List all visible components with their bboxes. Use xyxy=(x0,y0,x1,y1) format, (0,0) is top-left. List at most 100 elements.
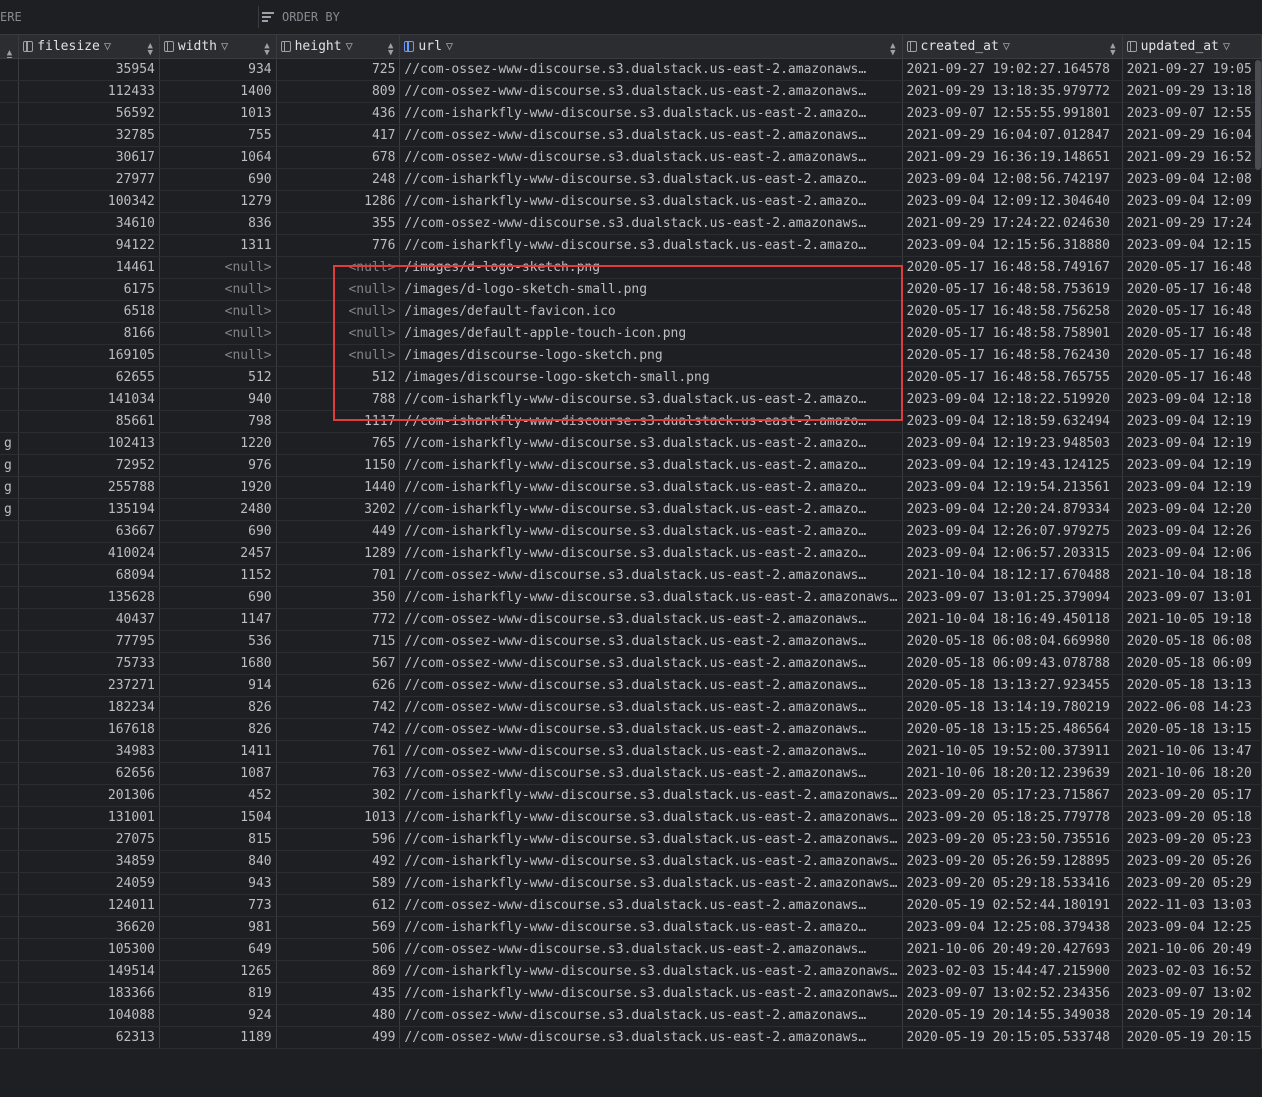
cell-created-at[interactable]: 2020-05-18 13:15:25.486564 xyxy=(902,718,1123,741)
cell-created-at[interactable]: 2023-09-04 12:15:56.318880 xyxy=(902,234,1123,257)
cell-width[interactable]: 934 xyxy=(159,58,277,81)
cell-gutter[interactable] xyxy=(0,146,20,169)
cell-width[interactable]: 690 xyxy=(159,520,277,543)
cell-gutter[interactable]: g xyxy=(0,476,20,499)
cell-url[interactable]: //com-isharkfly-www-discourse.s3.dualsta… xyxy=(399,586,903,609)
table-row[interactable]: 169105 <null> <null>/images/discourse-logo… xyxy=(0,344,1262,367)
cell-updated-at[interactable]: 2020-05-17 16:48 xyxy=(1122,344,1262,367)
cell-created-at[interactable]: 2023-09-20 05:26:59.128895 xyxy=(902,850,1123,873)
table-row[interactable]: 112433 1400 809//com-ossez-www-discourse.s… xyxy=(0,80,1262,103)
cell-url[interactable]: //com-ossez-www-discourse.s3.dualstack.u… xyxy=(399,1026,903,1049)
cell-width[interactable]: 940 xyxy=(159,388,277,411)
cell-height[interactable]: 589 xyxy=(276,872,401,895)
cell-url[interactable]: //com-ossez-www-discourse.s3.dualstack.u… xyxy=(399,718,903,741)
cell-gutter[interactable] xyxy=(0,630,20,653)
cell-filesize[interactable]: 34983 xyxy=(18,740,160,763)
table-row[interactable]: 105300 649 506//com-ossez-www-discourse.s3… xyxy=(0,938,1262,961)
table-row[interactable]: 85661 798 1117//com-isharkfly-www-discours… xyxy=(0,410,1262,433)
cell-height[interactable]: 701 xyxy=(276,564,401,587)
cell-gutter[interactable] xyxy=(0,894,20,917)
cell-created-at[interactable]: 2023-09-04 12:08:56.742197 xyxy=(902,168,1123,191)
cell-gutter[interactable] xyxy=(0,1026,20,1049)
cell-gutter[interactable] xyxy=(0,762,20,785)
cell-gutter[interactable] xyxy=(0,256,20,279)
cell-filesize[interactable]: 124011 xyxy=(18,894,160,917)
cell-gutter[interactable] xyxy=(0,542,20,565)
cell-filesize[interactable]: 62656 xyxy=(18,762,160,785)
table-row[interactable]: 104088 924 480//com-ossez-www-discourse.s3… xyxy=(0,1004,1262,1027)
cell-width[interactable]: 1220 xyxy=(159,432,277,455)
cell-height[interactable]: 1289 xyxy=(276,542,401,565)
cell-gutter[interactable]: g xyxy=(0,498,20,521)
cell-width[interactable]: <null> xyxy=(159,256,277,279)
cell-url[interactable]: //com-isharkfly-www-discourse.s3.dualsta… xyxy=(399,960,903,983)
cell-filesize[interactable]: 141034 xyxy=(18,388,160,411)
cell-width[interactable]: 1411 xyxy=(159,740,277,763)
cell-url[interactable]: //com-isharkfly-www-discourse.s3.dualsta… xyxy=(399,476,903,499)
cell-height[interactable]: 417 xyxy=(276,124,401,147)
cell-filesize[interactable]: 6518 xyxy=(18,300,160,323)
cell-gutter[interactable] xyxy=(0,366,20,389)
cell-updated-at[interactable]: 2023-09-04 12:09 xyxy=(1122,190,1262,213)
table-row[interactable]: 63667 690 449//com-isharkfly-www-discourse… xyxy=(0,520,1262,543)
cell-height[interactable]: 449 xyxy=(276,520,401,543)
table-row[interactable]: 75733 1680 567//com-ossez-www-discourse.s3… xyxy=(0,652,1262,675)
cell-gutter[interactable] xyxy=(0,652,20,675)
column-header-url[interactable]: url ▽ ▲ ▼ xyxy=(399,35,903,59)
cell-updated-at[interactable]: 2023-09-04 12:19 xyxy=(1122,454,1262,477)
cell-height[interactable]: 761 xyxy=(276,740,401,763)
cell-created-at[interactable]: 2023-09-07 12:55:55.991801 xyxy=(902,102,1123,125)
cell-updated-at[interactable]: 2021-10-06 13:47 xyxy=(1122,740,1262,763)
column-header-updated-at[interactable]: updated_at ▽ xyxy=(1122,35,1262,59)
cell-created-at[interactable]: 2023-09-20 05:17:23.715867 xyxy=(902,784,1123,807)
cell-created-at[interactable]: 2020-05-19 20:14:55.349038 xyxy=(902,1004,1123,1027)
cell-updated-at[interactable]: 2020-05-17 16:48 xyxy=(1122,300,1262,323)
table-row[interactable]: g 72952 976 1150//com-isharkfly-www-discour… xyxy=(0,454,1262,477)
cell-height[interactable]: 1013 xyxy=(276,806,401,829)
table-row[interactable]: 135628 690 350//com-isharkfly-www-discours… xyxy=(0,586,1262,609)
sort-icon[interactable]: ▲▼ xyxy=(1110,41,1115,57)
cell-height[interactable]: 765 xyxy=(276,432,401,455)
cell-url[interactable]: //com-isharkfly-www-discourse.s3.dualsta… xyxy=(399,872,903,895)
cell-gutter[interactable] xyxy=(0,102,20,125)
table-row[interactable]: 30617 1064 678//com-ossez-www-discourse.s3… xyxy=(0,146,1262,169)
cell-gutter[interactable] xyxy=(0,982,20,1005)
cell-height[interactable]: 302 xyxy=(276,784,401,807)
cell-url[interactable]: //com-ossez-www-discourse.s3.dualstack.u… xyxy=(399,696,903,719)
cell-updated-at[interactable]: 2023-09-20 05:29 xyxy=(1122,872,1262,895)
cell-height[interactable]: 788 xyxy=(276,388,401,411)
cell-updated-at[interactable]: 2023-09-07 13:01 xyxy=(1122,586,1262,609)
cell-gutter[interactable] xyxy=(0,586,20,609)
cell-filesize[interactable]: 102413 xyxy=(18,432,160,455)
cell-width[interactable]: 1920 xyxy=(159,476,277,499)
table-row[interactable]: 27977 690 248//com-isharkfly-www-discourse… xyxy=(0,168,1262,191)
cell-height[interactable]: 350 xyxy=(276,586,401,609)
cell-url[interactable]: //com-isharkfly-www-discourse.s3.dualsta… xyxy=(399,388,903,411)
table-row[interactable]: 14461 <null> <null>/images/d-logo-sketch.p… xyxy=(0,256,1262,279)
cell-url[interactable]: //com-ossez-www-discourse.s3.dualstack.u… xyxy=(399,630,903,653)
cell-updated-at[interactable]: 2023-09-04 12:15 xyxy=(1122,234,1262,257)
cell-filesize[interactable]: 40437 xyxy=(18,608,160,631)
cell-width[interactable]: 649 xyxy=(159,938,277,961)
cell-height[interactable]: <null> xyxy=(276,278,401,301)
order-by-filter[interactable]: ORDER BY xyxy=(262,10,340,24)
cell-created-at[interactable]: 2021-09-27 19:02:27.164578 xyxy=(902,58,1123,81)
table-row[interactable]: 24059 943 589//com-isharkfly-www-discourse… xyxy=(0,872,1262,895)
cell-created-at[interactable]: 2020-05-17 16:48:58.753619 xyxy=(902,278,1123,301)
cell-filesize[interactable]: 27977 xyxy=(18,168,160,191)
cell-gutter[interactable]: g xyxy=(0,454,20,477)
cell-gutter[interactable] xyxy=(0,212,20,235)
cell-width[interactable]: 773 xyxy=(159,894,277,917)
cell-filesize[interactable]: 6175 xyxy=(18,278,160,301)
cell-url[interactable]: /images/discourse-logo-sketch.png xyxy=(399,344,903,367)
cell-height[interactable]: 248 xyxy=(276,168,401,191)
cell-created-at[interactable]: 2020-05-17 16:48:58.756258 xyxy=(902,300,1123,323)
cell-filesize[interactable]: 68094 xyxy=(18,564,160,587)
cell-width[interactable]: 1147 xyxy=(159,608,277,631)
cell-filesize[interactable]: 255788 xyxy=(18,476,160,499)
table-row[interactable]: 149514 1265 869//com-isharkfly-www-discour… xyxy=(0,960,1262,983)
filter-icon[interactable]: ▽ xyxy=(446,39,453,53)
cell-height[interactable]: 742 xyxy=(276,718,401,741)
cell-updated-at[interactable]: 2021-09-29 17:24 xyxy=(1122,212,1262,235)
table-row[interactable]: 62313 1189 499//com-ossez-www-discourse.s3… xyxy=(0,1026,1262,1049)
